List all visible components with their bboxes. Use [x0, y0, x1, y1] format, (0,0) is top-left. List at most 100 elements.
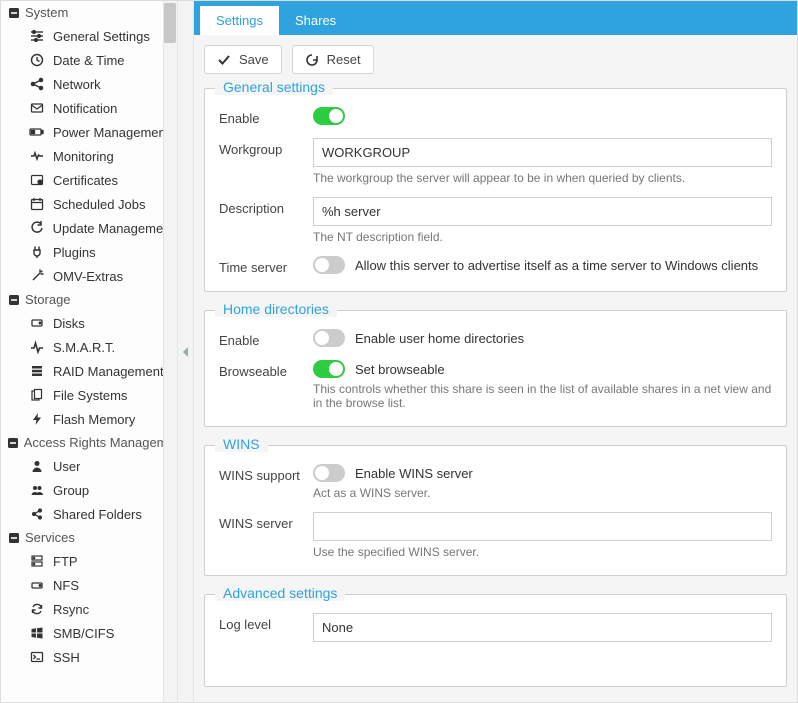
sidebar-item-shared-folders[interactable]: Shared Folders: [1, 502, 177, 526]
sidebar-item-label: Group: [53, 483, 89, 498]
reset-button[interactable]: Reset: [292, 45, 374, 74]
sidebar-scrollbar[interactable]: [163, 1, 177, 702]
sidebar-item-label: Notification: [53, 101, 117, 116]
sidebar-item-label: FTP: [53, 554, 78, 569]
general-timeserver-toggle[interactable]: [313, 256, 345, 274]
wins-server-help: Use the specified WINS server.: [313, 545, 772, 559]
sidebar-item-notification[interactable]: Notification: [1, 96, 177, 120]
minus-square-icon: [7, 436, 20, 450]
tab-bar: Settings Shares: [194, 1, 797, 35]
heartbeat-icon: [29, 148, 45, 164]
sidebar-group-access-rights-management[interactable]: Access Rights Management: [1, 431, 177, 454]
home-enable-text: Enable user home directories: [355, 331, 524, 346]
tab-shares[interactable]: Shares: [279, 6, 352, 35]
sidebar-item-label: OMV-Extras: [53, 269, 123, 284]
general-enable-label: Enable: [219, 107, 313, 126]
check-icon: [217, 53, 231, 67]
general-workgroup-label: Workgroup: [219, 138, 313, 157]
splitter[interactable]: [178, 1, 194, 702]
general-description-label: Description: [219, 197, 313, 216]
sidebar-group-services[interactable]: Services: [1, 526, 177, 549]
panel-wins-title: WINS: [215, 436, 268, 452]
sidebar-item-general-settings[interactable]: General Settings: [1, 24, 177, 48]
sidebar-item-label: Power Management: [53, 125, 169, 140]
panel-advanced-settings: Advanced settings Log level: [204, 594, 787, 687]
home-browseable-toggle[interactable]: [313, 360, 345, 378]
sidebar-item-power-management[interactable]: Power Management: [1, 120, 177, 144]
minus-square-icon: [7, 531, 21, 545]
sidebar-item-file-systems[interactable]: File Systems: [1, 383, 177, 407]
general-description-help: The NT description field.: [313, 230, 772, 244]
refresh-icon: [305, 53, 319, 67]
sidebar-item-disks[interactable]: Disks: [1, 311, 177, 335]
main-area: Settings Shares Save Reset General setti…: [194, 1, 797, 702]
cert-icon: [29, 172, 45, 188]
collapse-sidebar-button[interactable]: [182, 339, 190, 365]
sidebar-item-user[interactable]: User: [1, 454, 177, 478]
general-workgroup-input[interactable]: [313, 138, 772, 167]
sidebar-group-label: System: [25, 5, 68, 20]
sidebar-item-label: File Systems: [53, 388, 127, 403]
minus-square-icon: [7, 293, 21, 307]
sidebar-item-rsync[interactable]: Rsync: [1, 597, 177, 621]
sidebar-item-label: SSH: [53, 650, 80, 665]
sidebar-item-label: SMB/CIFS: [53, 626, 114, 641]
sidebar-item-label: NFS: [53, 578, 79, 593]
sidebar-item-network[interactable]: Network: [1, 72, 177, 96]
share-icon: [29, 76, 45, 92]
general-workgroup-help: The workgroup the server will appear to …: [313, 171, 772, 185]
sidebar-item-date-time[interactable]: Date & Time: [1, 48, 177, 72]
sidebar-item-group[interactable]: Group: [1, 478, 177, 502]
sidebar-item-label: S.M.A.R.T.: [53, 340, 115, 355]
drive-icon: [29, 577, 45, 593]
tab-settings[interactable]: Settings: [200, 6, 279, 35]
sidebar-scrollbar-thumb[interactable]: [164, 3, 176, 43]
sidebar-item-nfs[interactable]: NFS: [1, 573, 177, 597]
reset-button-label: Reset: [327, 52, 361, 67]
calendar-icon: [29, 196, 45, 212]
sidebar-item-label: General Settings: [53, 29, 150, 44]
sidebar-item-s-m-a-r-t[interactable]: S.M.A.R.T.: [1, 335, 177, 359]
sidebar-item-update-management[interactable]: Update Management: [1, 216, 177, 240]
home-enable-label: Enable: [219, 329, 313, 348]
sidebar: System General Settings Date & Time Network…: [1, 1, 178, 702]
sidebar-item-certificates[interactable]: Certificates: [1, 168, 177, 192]
panel-home-title: Home directories: [215, 301, 337, 317]
raid-icon: [29, 363, 45, 379]
wins-support-toggle[interactable]: [313, 464, 345, 482]
mail-icon: [29, 100, 45, 116]
panel-wins: WINS WINS support Enable WINS server Act…: [204, 445, 787, 576]
refresh-icon: [29, 220, 45, 236]
sidebar-item-label: Monitoring: [53, 149, 114, 164]
user-icon: [29, 458, 45, 474]
sidebar-item-flash-memory[interactable]: Flash Memory: [1, 407, 177, 431]
general-enable-toggle[interactable]: [313, 107, 345, 125]
sidebar-item-plugins[interactable]: Plugins: [1, 240, 177, 264]
home-enable-toggle[interactable]: [313, 329, 345, 347]
sidebar-item-ftp[interactable]: FTP: [1, 549, 177, 573]
wins-support-label: WINS support: [219, 464, 313, 483]
wins-server-input[interactable]: [313, 512, 772, 541]
sidebar-group-system[interactable]: System: [1, 1, 177, 24]
server-icon: [29, 553, 45, 569]
sidebar-item-label: Date & Time: [53, 53, 125, 68]
wins-support-text: Enable WINS server: [355, 466, 473, 481]
sidebar-item-raid-management[interactable]: RAID Management: [1, 359, 177, 383]
sidebar-item-omv-extras[interactable]: OMV-Extras: [1, 264, 177, 288]
sidebar-item-smb-cifs[interactable]: SMB/CIFS: [1, 621, 177, 645]
pulse-icon: [29, 339, 45, 355]
sidebar-item-label: Plugins: [53, 245, 96, 260]
panel-advanced-title: Advanced settings: [215, 585, 345, 601]
save-button[interactable]: Save: [204, 45, 282, 74]
advanced-loglevel-select[interactable]: [313, 613, 772, 642]
general-description-input[interactable]: [313, 197, 772, 226]
sidebar-item-ssh[interactable]: SSH: [1, 645, 177, 669]
sidebar-group-storage[interactable]: Storage: [1, 288, 177, 311]
sidebar-item-label: RAID Management: [53, 364, 164, 379]
minus-square-icon: [7, 6, 21, 20]
sidebar-item-scheduled-jobs[interactable]: Scheduled Jobs: [1, 192, 177, 216]
sidebar-group-label: Access Rights Management: [24, 435, 171, 450]
sidebar-item-label: Rsync: [53, 602, 89, 617]
sidebar-item-monitoring[interactable]: Monitoring: [1, 144, 177, 168]
home-browseable-text: Set browseable: [355, 362, 445, 377]
